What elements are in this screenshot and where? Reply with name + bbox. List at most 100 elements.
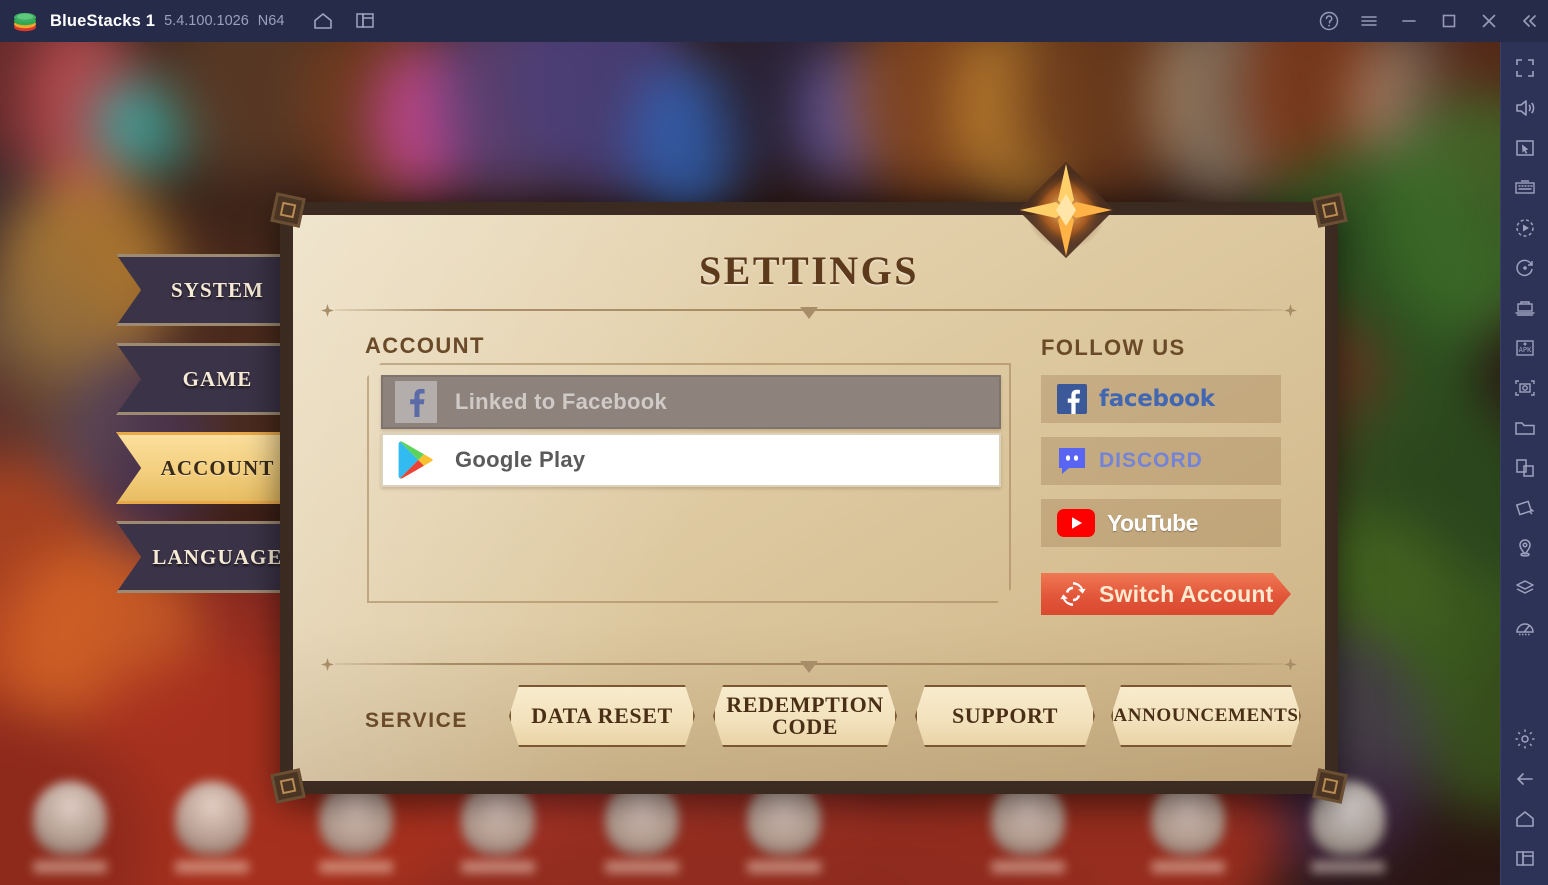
tab-label: SYSTEM (171, 277, 264, 302)
switch-account-button[interactable]: Switch Account (1041, 573, 1291, 615)
facebook-icon (1057, 384, 1087, 414)
menu-icon[interactable] (1356, 8, 1382, 34)
rotate-icon[interactable] (1505, 248, 1545, 288)
svg-text:APK: APK (1518, 346, 1531, 354)
account-row-google-play[interactable]: Google Play (381, 433, 1001, 487)
discord-icon (1057, 446, 1087, 476)
account-section-label: ACCOUNT (365, 333, 485, 358)
redemption-code-button[interactable]: REDEMPTION CODE (713, 685, 897, 747)
copy-instance-icon[interactable] (1505, 448, 1545, 488)
collapse-icon[interactable] (1516, 8, 1542, 34)
back-arrow-icon[interactable] (1505, 759, 1545, 799)
hud-label (991, 861, 1065, 873)
hud-label (1151, 861, 1225, 873)
bluestacks-logo-icon (12, 8, 38, 34)
hud-item (1293, 781, 1403, 873)
maximize-icon[interactable] (1436, 8, 1462, 34)
panel-corner-ornament-top-left (270, 192, 306, 228)
social-label: YouTube (1107, 509, 1198, 536)
settings-panel: SETTINGS ACCOUNT Linked to Facebook Goog… (270, 192, 1348, 804)
hud-item (157, 781, 267, 873)
layers-icon[interactable] (1505, 568, 1545, 608)
location-icon[interactable] (1505, 528, 1545, 568)
switch-account-label: Switch Account (1099, 580, 1274, 607)
close-icon[interactable] (1476, 8, 1502, 34)
star-diamond-ornament (1010, 154, 1122, 266)
divider-top (321, 303, 1297, 319)
bluestacks-window: SYSTEM GAME ACCOUNT LANGUAGE SETTINGS AC… (0, 0, 1548, 885)
sidebar-item-game[interactable]: GAME (116, 343, 296, 415)
hud-label (747, 861, 821, 873)
social-label: DISCORD (1099, 449, 1203, 472)
settings-gear-icon[interactable] (1505, 719, 1545, 759)
cursor-pointer-icon[interactable] (1505, 128, 1545, 168)
hud-label (175, 861, 249, 873)
divider-chevron-icon (800, 661, 818, 673)
minimize-icon[interactable] (1396, 8, 1422, 34)
social-link-facebook[interactable]: facebook (1041, 375, 1281, 423)
hud-item (587, 781, 697, 873)
tab-label: ACCOUNT (160, 455, 275, 480)
service-button-label: DATA RESET (531, 702, 673, 728)
titlebar-left-icons (306, 4, 382, 38)
hud-item (301, 781, 411, 873)
hud-item (15, 781, 125, 873)
keyboard-controls-icon[interactable] (1505, 168, 1545, 208)
social-link-discord[interactable]: DISCORD (1041, 437, 1281, 485)
performance-icon[interactable] (1505, 608, 1545, 648)
hud-item (1133, 781, 1243, 873)
app-arch: N64 (257, 13, 285, 29)
hud-label (605, 861, 679, 873)
social-link-youtube[interactable]: YouTube (1041, 499, 1281, 547)
youtube-icon (1057, 509, 1095, 537)
screenshot-icon[interactable] (1505, 368, 1545, 408)
divider-diamond-left (321, 658, 334, 671)
hud-label (1311, 861, 1385, 873)
service-button-label: SUPPORT (951, 702, 1059, 728)
help-icon[interactable] (1316, 8, 1342, 34)
hud-label (319, 861, 393, 873)
sidebar-item-account[interactable]: ACCOUNT (116, 432, 296, 504)
fullscreen-icon[interactable] (1505, 48, 1545, 88)
app-title: BlueStacks 1 (50, 11, 156, 30)
multi-instance-icon[interactable] (348, 4, 382, 38)
page-title: SETTINGS (698, 248, 920, 293)
shake-icon[interactable] (1505, 488, 1545, 528)
sidebar-item-language[interactable]: LANGUAGE (116, 521, 296, 593)
service-button-label: REDEMPTION CODE (726, 691, 884, 739)
account-row-facebook[interactable]: Linked to Facebook (381, 375, 1001, 429)
divider-diamond-left (321, 304, 334, 317)
account-row-label: Linked to Facebook (455, 389, 667, 414)
panel-corner-ornament-top-right (1312, 192, 1348, 228)
hud-icon (175, 781, 249, 855)
tab-label: LANGUAGE (152, 544, 283, 569)
home-icon[interactable] (1505, 799, 1545, 839)
hud-label (33, 861, 107, 873)
recents-icon[interactable] (1505, 839, 1545, 879)
hud-item (729, 781, 839, 873)
divider-diamond-right (1284, 304, 1297, 317)
multi-instance-manager-icon[interactable] (1505, 288, 1545, 328)
macro-record-icon[interactable] (1505, 208, 1545, 248)
home-icon[interactable] (306, 4, 340, 38)
support-button[interactable]: SUPPORT (915, 685, 1095, 747)
announcements-button[interactable]: ANNOUNCEMENTS (1111, 685, 1301, 747)
hud-label (461, 861, 535, 873)
sidebar-item-system[interactable]: SYSTEM (116, 254, 296, 326)
app-version: 5.4.100.1026 (164, 13, 249, 29)
game-viewport: SYSTEM GAME ACCOUNT LANGUAGE SETTINGS AC… (0, 42, 1500, 885)
social-label: facebook (1099, 386, 1215, 412)
install-apk-icon[interactable]: APK (1505, 328, 1545, 368)
volume-icon[interactable] (1505, 88, 1545, 128)
settings-panel-body: SETTINGS ACCOUNT Linked to Facebook Goog… (293, 215, 1325, 781)
data-reset-button[interactable]: DATA RESET (509, 685, 695, 747)
settings-tab-list: SYSTEM GAME ACCOUNT LANGUAGE (116, 254, 296, 610)
service-section-label: SERVICE (365, 709, 469, 732)
hud-item (443, 781, 553, 873)
panel-corner-ornament-bottom-right (1312, 768, 1348, 804)
divider-chevron-icon (800, 307, 818, 319)
panel-corner-ornament-bottom-left (270, 768, 306, 804)
tab-label: GAME (182, 366, 253, 391)
media-folder-icon[interactable] (1505, 408, 1545, 448)
hud-icon (33, 781, 107, 855)
